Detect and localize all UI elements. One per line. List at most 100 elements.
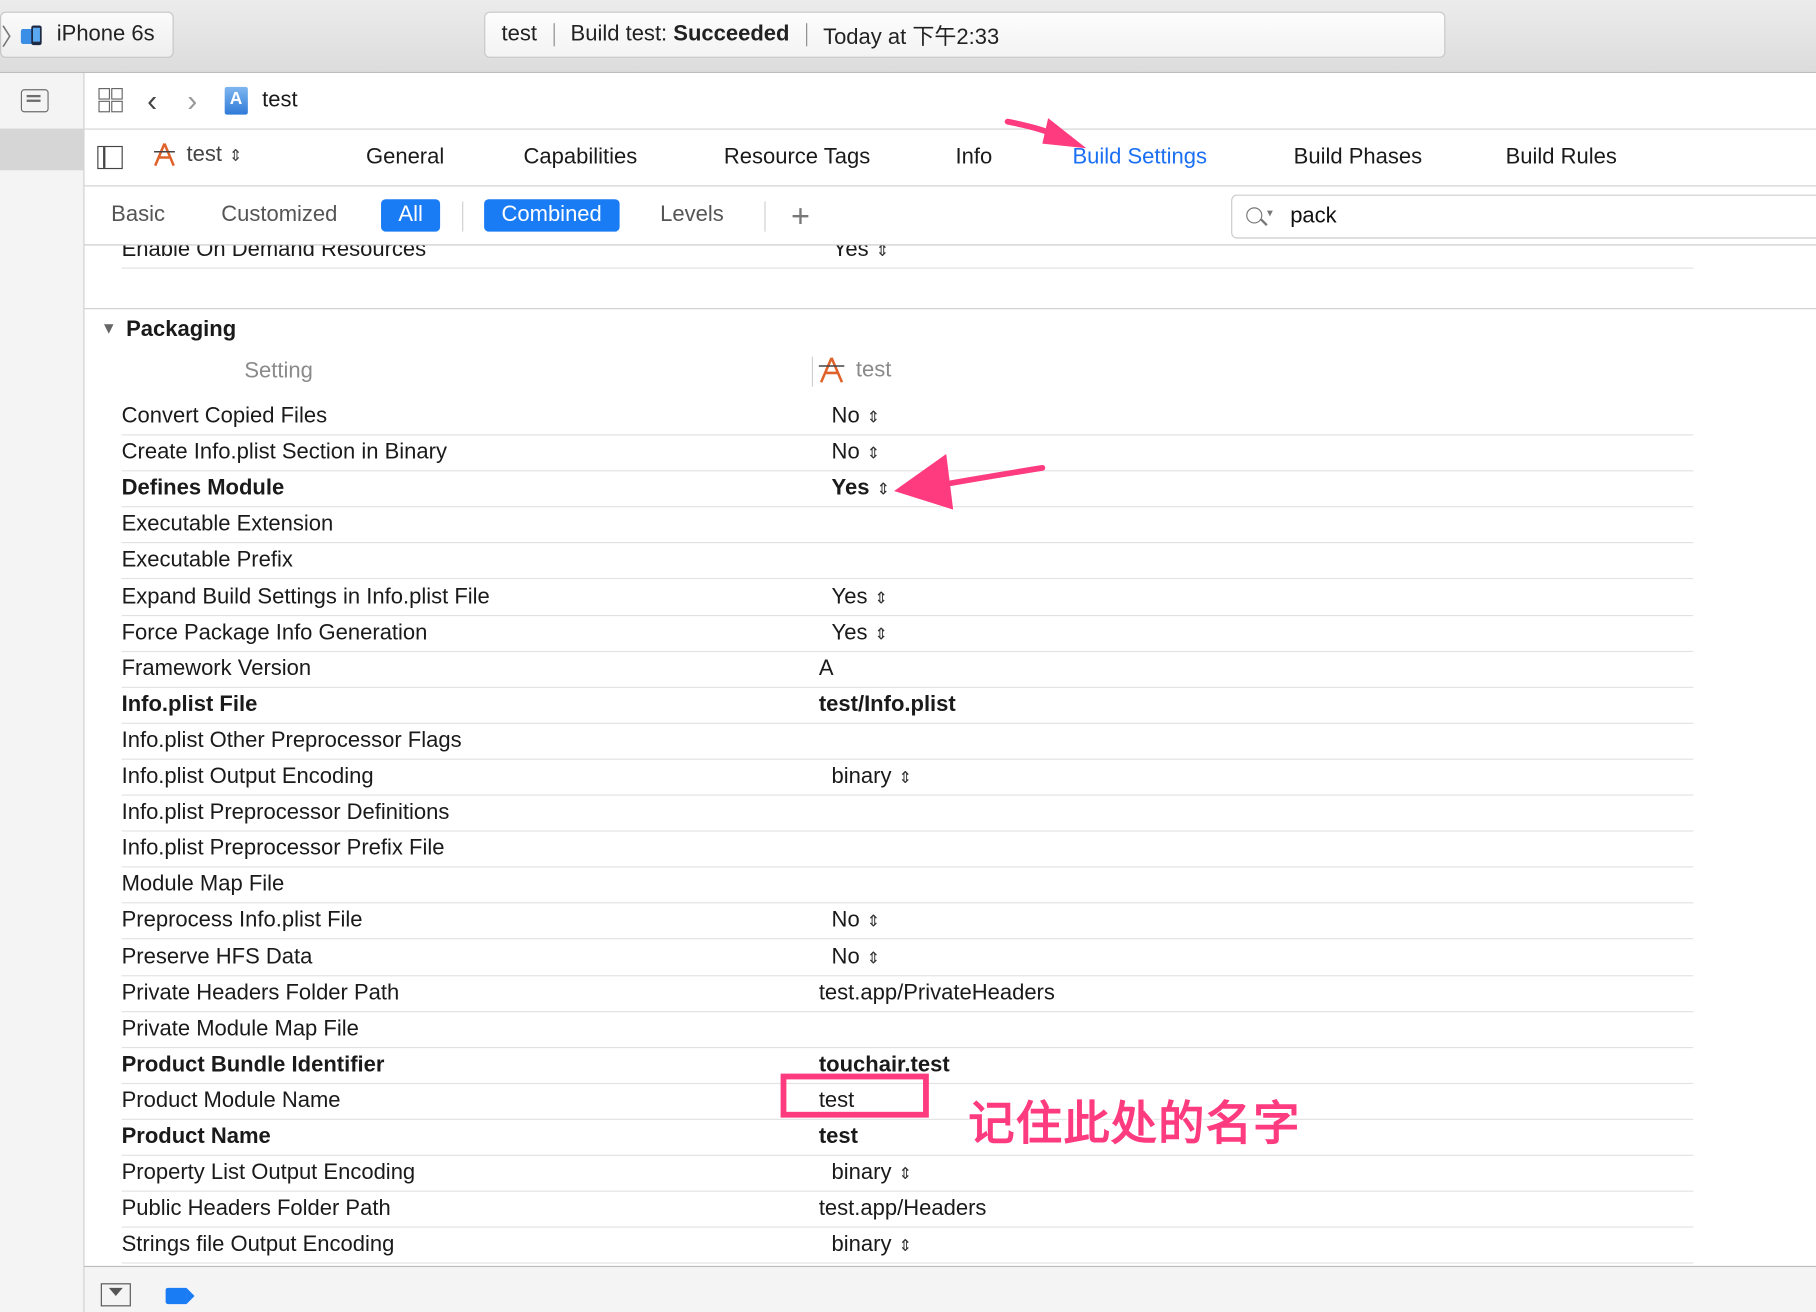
setting-row[interactable]: Property List Output Encoding binary ⇕ (121, 1155, 1694, 1192)
setting-row[interactable]: Convert Copied Files No ⇕ (121, 398, 1694, 436)
back-arrow-icon[interactable]: ‹ (147, 86, 157, 116)
updown-chevron-icon[interactable]: ⇕ (867, 408, 881, 427)
setting-value[interactable]: Yes ⇕ (832, 584, 888, 609)
search-input[interactable] (1287, 199, 1779, 234)
setting-name: Framework Version (121, 656, 312, 681)
filter-divider (462, 201, 464, 232)
gutter-selection (0, 128, 84, 171)
setting-value[interactable]: No ⇕ (832, 404, 881, 429)
view-levels-button[interactable]: Levels (643, 199, 741, 231)
view-combined-button[interactable]: Combined (484, 199, 620, 232)
jump-bar: ‹ › test (84, 72, 1816, 130)
setting-value-text: No (831, 944, 860, 969)
filter-basic-button[interactable]: Basic (94, 199, 183, 231)
setting-value[interactable]: Yes ⇕ (833, 246, 889, 263)
setting-row[interactable]: Preprocess Info.plist File No ⇕ (121, 903, 1694, 940)
setting-name: Product Bundle Identifier (121, 1052, 385, 1077)
setting-value-text: Yes (831, 620, 868, 645)
setting-value[interactable]: binary ⇕ (832, 1233, 912, 1258)
setting-row[interactable]: Info.plist Other Preprocessor Flags (121, 723, 1694, 760)
setting-row[interactable]: Executable Prefix (121, 542, 1694, 580)
setting-name: Strings file Output Encoding (121, 1232, 395, 1257)
setting-value[interactable]: test.app/PrivateHeaders (819, 980, 1055, 1005)
setting-row[interactable]: Info.plist File test/Info.plist (121, 687, 1694, 724)
tab-general[interactable]: General (366, 145, 444, 170)
filter-disclosure-icon[interactable] (100, 1283, 131, 1307)
setting-name: Public Headers Folder Path (121, 1196, 391, 1221)
setting-name: Force Package Info Generation (121, 620, 428, 645)
tab-build-settings[interactable]: Build Settings (1072, 145, 1207, 170)
setting-value-text: No (831, 404, 860, 429)
related-items-grid-icon[interactable] (98, 88, 123, 113)
setting-value[interactable]: Yes ⇕ (832, 476, 890, 501)
setting-row[interactable]: Force Package Info Generation Yes ⇕ (121, 615, 1694, 652)
setting-value[interactable]: No ⇕ (832, 908, 881, 933)
setting-row[interactable]: Module Map File (121, 867, 1694, 904)
setting-row[interactable]: Defines Module Yes ⇕ (121, 470, 1694, 508)
setting-row[interactable]: Private Module Map File (121, 1011, 1694, 1048)
updown-chevron-icon[interactable]: ⇕ (867, 912, 881, 931)
setting-value[interactable]: binary ⇕ (832, 764, 912, 789)
setting-row[interactable]: Create Info.plist Section in Binary No ⇕ (121, 434, 1694, 472)
add-setting-button[interactable]: + (791, 198, 810, 235)
toggle-target-list-icon[interactable] (97, 145, 123, 170)
setting-row[interactable]: Product Name test (121, 1119, 1694, 1156)
setting-name: Preserve HFS Data (121, 944, 313, 969)
setting-row[interactable]: Public Headers Folder Path test.app/Heade… (121, 1191, 1694, 1228)
updown-chevron-icon[interactable]: ⇕ (867, 948, 881, 967)
updown-chevron-icon[interactable]: ⇕ (874, 588, 888, 607)
setting-value[interactable]: test/Info.plist (819, 692, 956, 717)
setting-row[interactable]: Preserve HFS Data No ⇕ (121, 939, 1694, 976)
updown-chevron-icon[interactable]: ⇕ (867, 444, 881, 463)
target-selector-label: test (186, 142, 222, 167)
breakpoint-tag-icon[interactable] (165, 1287, 195, 1305)
target-selector[interactable]: test ⇕ (152, 142, 242, 167)
build-settings-list: Enable On Demand Resources Yes ⇕ ▼ Packagi… (84, 245, 1816, 1265)
section-header-packaging[interactable]: ▼ Packaging (101, 317, 236, 342)
tab-resource-tags[interactable]: Resource Tags (724, 145, 870, 170)
setting-value-text: binary (831, 1232, 892, 1257)
filter-all-button[interactable]: All (381, 199, 441, 232)
setting-row[interactable]: Framework Version A (121, 651, 1694, 688)
updown-chevron-icon[interactable]: ⇕ (876, 480, 890, 499)
setting-row[interactable]: Info.plist Preprocessor Prefix File (121, 831, 1694, 868)
setting-value[interactable]: A (819, 656, 834, 681)
setting-name: Enable On Demand Resources (121, 245, 427, 262)
setting-value-text: test.app/Headers (818, 1196, 987, 1221)
filter-customized-button[interactable]: Customized (204, 199, 355, 231)
tab-capabilities[interactable]: Capabilities (523, 145, 637, 170)
updown-chevron-icon[interactable]: ⇕ (898, 1236, 912, 1255)
search-icon (1246, 207, 1263, 224)
disclosure-triangle-icon[interactable]: ▼ (101, 318, 117, 337)
setting-row[interactable]: Info.plist Preprocessor Definitions (121, 795, 1694, 832)
setting-row[interactable]: Strings file Output Encoding binary ⇕ (121, 1227, 1694, 1264)
column-header-target-label: test (855, 357, 892, 383)
setting-value[interactable]: Yes ⇕ (832, 620, 888, 645)
comment-icon[interactable] (20, 89, 49, 113)
setting-row-partial[interactable]: Enable On Demand Resources Yes ⇕ (121, 245, 1694, 269)
search-options-chevron-icon[interactable]: ▾ (1267, 207, 1273, 220)
setting-row[interactable]: Expand Build Settings in Info.plist File… (121, 579, 1694, 616)
setting-name: Convert Copied Files (121, 404, 328, 429)
updown-chevron-icon[interactable]: ⇕ (898, 1164, 912, 1183)
setting-value[interactable]: test.app/Headers (819, 1197, 987, 1222)
scheme-device-selector[interactable]: 〉 iPhone 6s (0, 11, 174, 58)
forward-arrow-icon[interactable]: › (187, 86, 197, 116)
settings-search-field[interactable]: ▾ × (1231, 194, 1816, 239)
setting-value-text: Yes (831, 476, 870, 501)
tab-build-phases[interactable]: Build Phases (1294, 145, 1422, 170)
setting-name: Executable Prefix (121, 548, 293, 573)
tab-build-rules[interactable]: Build Rules (1506, 145, 1617, 170)
setting-value[interactable]: test (819, 1125, 858, 1150)
tab-info[interactable]: Info (955, 145, 992, 170)
setting-row[interactable]: Info.plist Output Encoding binary ⇕ (121, 759, 1694, 796)
jump-bar-project[interactable]: test (262, 88, 297, 113)
column-header-setting: Setting (244, 359, 313, 384)
updown-chevron-icon[interactable]: ⇕ (898, 768, 912, 787)
setting-value[interactable]: No ⇕ (832, 944, 881, 969)
updown-chevron-icon[interactable]: ⇕ (874, 624, 888, 643)
setting-row[interactable]: Private Headers Folder Path test.app/Priv… (121, 975, 1694, 1012)
setting-row[interactable]: Executable Extension (121, 506, 1694, 544)
setting-value[interactable]: binary ⇕ (832, 1161, 912, 1186)
setting-value[interactable]: No ⇕ (832, 440, 881, 465)
